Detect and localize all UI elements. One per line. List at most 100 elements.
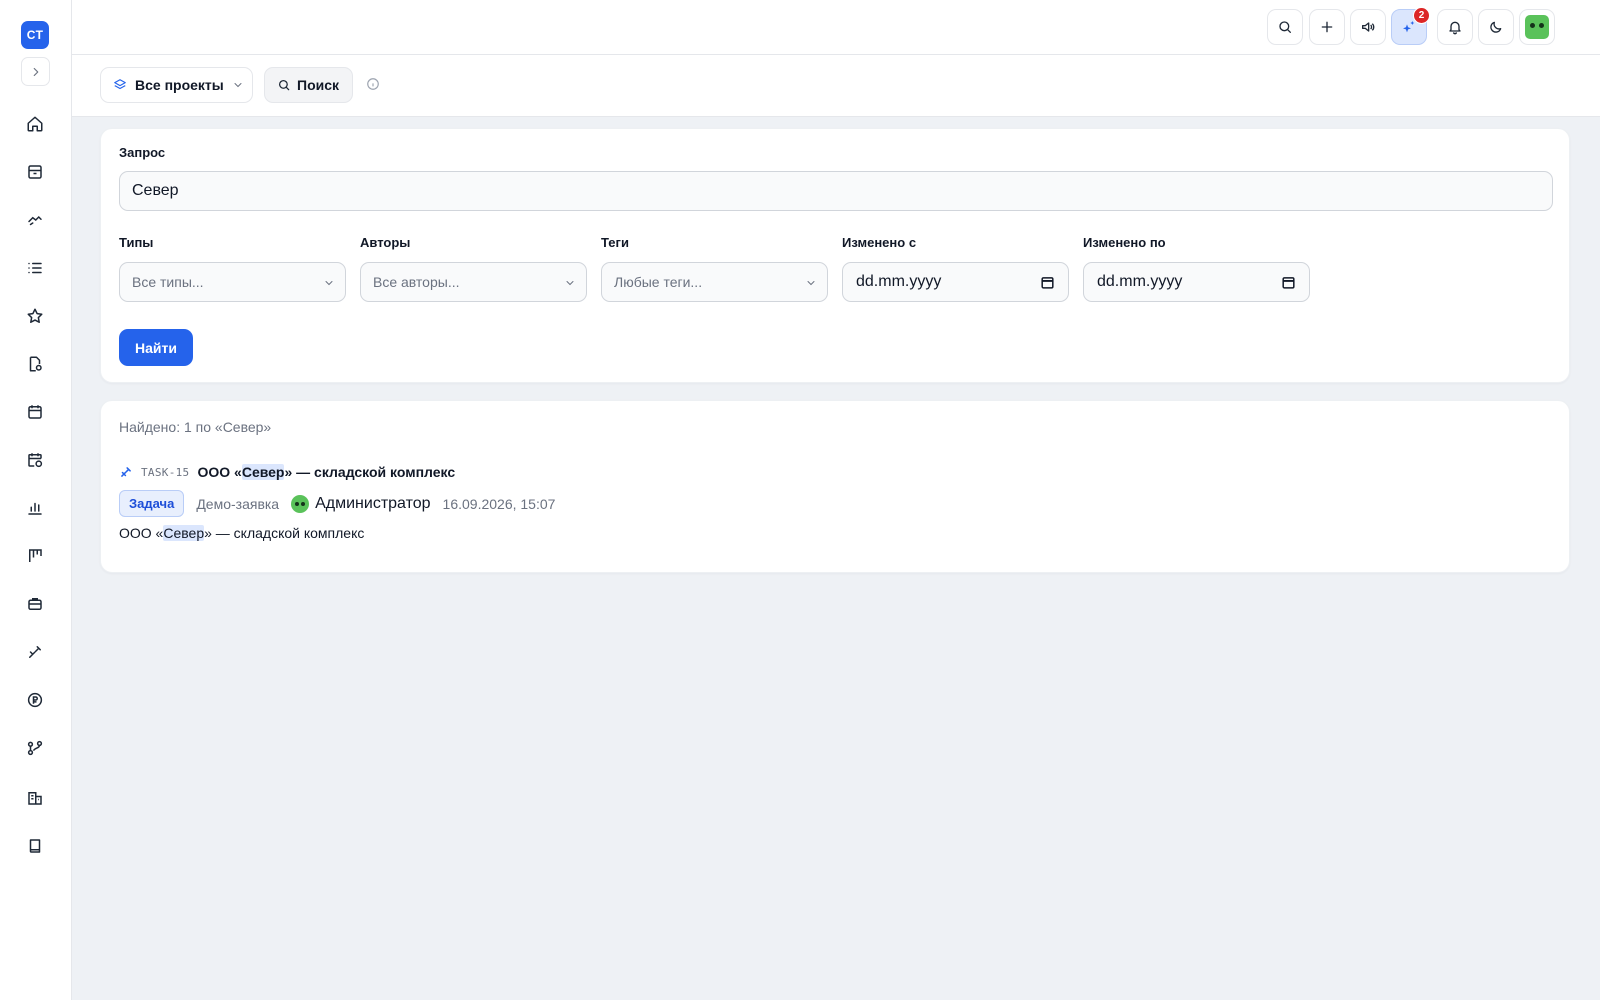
query-input[interactable]: Север (119, 171, 1553, 211)
search-form: Запрос Север Типы Все типы... Авторы Все… (100, 128, 1570, 383)
type-badge: Задача (119, 490, 185, 517)
types-select[interactable]: Все типы... (119, 262, 346, 302)
sidebar-item-companies[interactable] (23, 786, 47, 810)
search-highlight: Север (241, 464, 285, 480)
page-toolbar: Все проекты Поиск (72, 55, 1600, 117)
sidebar-item-list[interactable] (23, 256, 47, 280)
layers-icon (113, 78, 127, 92)
authors-label: Авторы (360, 235, 411, 250)
home-icon (26, 115, 44, 133)
sidebar-expand-button[interactable] (21, 57, 50, 86)
notification-badge: 2 (1413, 7, 1430, 24)
book-icon (26, 837, 44, 855)
create-button[interactable] (1309, 9, 1345, 45)
announcements-button[interactable] (1350, 9, 1386, 45)
inbox-icon (26, 163, 44, 181)
tags-select[interactable]: Любые теги... (601, 262, 828, 302)
result-date: 16.09.2026, 15:07 (442, 495, 556, 512)
notifications-button[interactable] (1437, 9, 1473, 45)
search-icon (277, 78, 291, 92)
result-title[interactable]: ООО «Север» — складской комплекс (197, 464, 455, 480)
chevron-down-icon (323, 277, 335, 289)
avatar (291, 494, 310, 513)
list-icon (26, 259, 44, 277)
result-project: Демо-заявка (196, 495, 280, 512)
result-author-name: Администратор (315, 494, 431, 512)
kanban-icon (26, 547, 44, 565)
sidebar-item-favorites[interactable] (23, 304, 47, 328)
changed-from-date-input[interactable]: dd.mm.yyyy (842, 262, 1069, 302)
ruble-icon (26, 691, 44, 709)
results-summary: Найдено: 1 по «Север» (119, 419, 272, 435)
bar-chart-icon (26, 499, 44, 517)
sidebar-item-kanban[interactable] (23, 544, 47, 568)
sidebar: CT (0, 0, 72, 1000)
result-snippet: ООО «Север» — складской комплекс (119, 525, 365, 541)
info-icon[interactable] (366, 77, 380, 91)
task-icon (119, 465, 133, 479)
projects-dropdown-label: Все проекты (135, 77, 224, 93)
speaker-icon (1360, 19, 1376, 35)
find-button[interactable]: Найти (119, 329, 193, 366)
sidebar-item-calendar[interactable] (23, 400, 47, 424)
plus-icon (1319, 19, 1335, 35)
result-author: Администратор (291, 494, 431, 513)
calendar-icon[interactable] (1281, 275, 1296, 290)
query-label: Запрос (119, 145, 166, 160)
changed-from-label: Изменено с (842, 235, 917, 250)
sidebar-item-deals[interactable] (23, 208, 47, 232)
handshake-icon (26, 211, 44, 229)
building-icon (26, 789, 44, 807)
result-meta: Задача Демо-заявка Администратор 16.09.2… (119, 490, 555, 517)
tab-search[interactable]: Поиск (264, 67, 353, 103)
user-menu-button[interactable] (1519, 9, 1555, 45)
changed-to-placeholder: dd.mm.yyyy (1097, 273, 1183, 290)
sidebar-item-tools[interactable] (23, 640, 47, 664)
bell-icon (1447, 19, 1463, 35)
tags-label: Теги (601, 235, 629, 250)
theme-toggle-button[interactable] (1478, 9, 1514, 45)
sidebar-item-finance[interactable] (23, 688, 47, 712)
star-icon (26, 307, 44, 325)
moon-icon (1488, 19, 1504, 35)
chevron-down-icon (232, 79, 244, 91)
changed-to-label: Изменено по (1083, 235, 1166, 250)
projects-dropdown[interactable]: Все проекты (100, 67, 253, 103)
calendar-icon[interactable] (1040, 275, 1055, 290)
chevron-right-icon (29, 65, 43, 79)
calendar-clock-icon (26, 451, 44, 469)
app-logo[interactable]: CT (21, 21, 49, 49)
sidebar-item-inbox[interactable] (23, 160, 47, 184)
topbar: 2 (72, 0, 1600, 55)
result-title-row[interactable]: TASK-15 ООО «Север» — складской комплекс (119, 464, 455, 480)
sidebar-item-home[interactable] (23, 112, 47, 136)
sidebar-item-documents[interactable] (23, 352, 47, 376)
sidebar-item-knowledge-base[interactable] (23, 834, 47, 858)
sidebar-item-schedule[interactable] (23, 448, 47, 472)
ai-assistant-button[interactable]: 2 (1391, 7, 1430, 45)
briefcase-icon (26, 595, 44, 613)
types-label: Типы (119, 235, 154, 250)
authors-select-placeholder: Все авторы... (373, 274, 460, 290)
changed-to-date-input[interactable]: dd.mm.yyyy (1083, 262, 1310, 302)
authors-select[interactable]: Все авторы... (360, 262, 587, 302)
document-icon (26, 355, 44, 373)
chevron-down-icon (564, 277, 576, 289)
calendar-icon (26, 403, 44, 421)
git-branch-icon (26, 739, 44, 757)
sidebar-item-portfolio[interactable] (23, 592, 47, 616)
avatar (1525, 15, 1549, 39)
tab-search-label: Поиск (297, 77, 340, 93)
search-highlight: Север (163, 525, 205, 541)
task-key: TASK-15 (141, 465, 190, 479)
search-results: Найдено: 1 по «Север» TASK-15 ООО «Север… (100, 400, 1570, 573)
types-select-placeholder: Все типы... (132, 274, 204, 290)
changed-from-placeholder: dd.mm.yyyy (856, 273, 942, 290)
search-icon (1277, 19, 1293, 35)
sidebar-item-workflows[interactable] (23, 736, 47, 760)
sidebar-item-reports[interactable] (23, 496, 47, 520)
tags-select-placeholder: Любые теги... (614, 274, 703, 290)
chevron-down-icon (805, 277, 817, 289)
wrench-icon (26, 643, 44, 661)
global-search-button[interactable] (1267, 9, 1303, 45)
